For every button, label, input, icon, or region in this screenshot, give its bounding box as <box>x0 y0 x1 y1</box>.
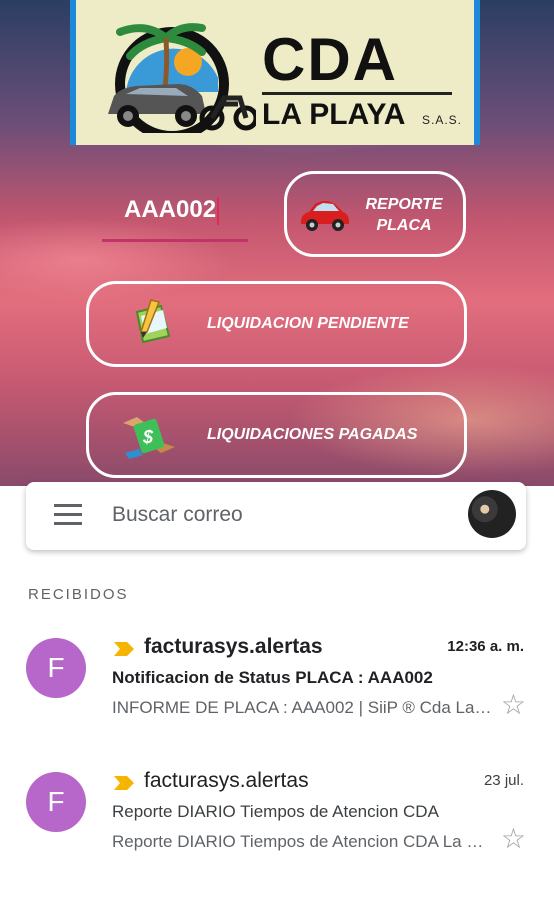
red-car-icon <box>301 201 349 231</box>
email-sender: facturasys.alertas <box>144 635 323 658</box>
star-outline-icon[interactable]: ☆ <box>501 824 526 854</box>
email-row[interactable]: F facturasys.alertas 23 jul. Reporte DIA… <box>0 766 554 876</box>
car-moto-palm-logo-icon <box>108 23 256 133</box>
placa-input-value: AAA002 <box>124 196 217 223</box>
search-placeholder: Buscar correo <box>112 503 243 526</box>
app-background: CDA LA PLAYA S.A.S. AAA002 REPORTE PLACA… <box>0 0 554 486</box>
sender-avatar: F <box>26 772 86 832</box>
account-avatar[interactable] <box>468 490 516 538</box>
logo-divider <box>262 92 452 95</box>
logo-title: CDA <box>262 26 398 93</box>
search-bar[interactable]: Buscar correo <box>26 482 526 550</box>
important-marker-icon <box>114 642 134 656</box>
reporte-placa-button[interactable]: REPORTE PLACA <box>284 171 466 257</box>
email-row[interactable]: F facturasys.alertas 12:36 a. m. Notific… <box>0 632 554 742</box>
email-time: 23 jul. <box>483 772 524 789</box>
reporte-label-line2: PLACA <box>376 217 432 234</box>
company-logo: CDA LA PLAYA S.A.S. <box>70 0 480 145</box>
svg-text:$: $ <box>142 427 154 447</box>
text-cursor <box>217 196 220 225</box>
email-sender: facturasys.alertas <box>144 769 309 792</box>
inbox-section-title: RECIBIDOS <box>28 586 129 603</box>
star-outline-icon[interactable]: ☆ <box>501 690 526 720</box>
liquidacion-pendiente-button[interactable]: LIQUIDACION PENDIENTE <box>86 281 467 367</box>
liquidaciones-pagadas-label: LIQUIDACIONES PAGADAS <box>207 426 418 443</box>
sender-avatar: F <box>26 638 86 698</box>
email-subject: Notificacion de Status PLACA : AAA002 <box>112 668 433 687</box>
placa-input[interactable]: AAA002 <box>102 190 248 242</box>
reporte-label-line1: REPORTE <box>365 196 443 213</box>
email-snippet: Reporte DIARIO Tiempos de Atencion CDA L… <box>112 832 494 851</box>
liquidacion-pendiente-label: LIQUIDACION PENDIENTE <box>207 315 409 332</box>
money-hands-icon: $ <box>123 417 175 459</box>
gmail-panel: Buscar correo RECIBIDOS F facturasys.ale… <box>0 482 554 900</box>
reporte-placa-label: REPORTE PLACA <box>359 194 449 236</box>
liquidaciones-pagadas-button[interactable]: $ LIQUIDACIONES PAGADAS <box>86 392 467 478</box>
email-time: 12:36 a. m. <box>447 638 524 655</box>
email-snippet: INFORME DE PLACA : AAA002 | SiiP ® Cda L… <box>112 698 494 717</box>
hamburger-menu-icon[interactable] <box>54 504 82 531</box>
logo-suffix: S.A.S. <box>422 113 463 127</box>
logo-subtitle: LA PLAYA <box>262 98 406 131</box>
document-pencil-icon <box>135 299 171 344</box>
email-subject: Reporte DIARIO Tiempos de Atencion CDA <box>112 802 439 821</box>
important-marker-icon <box>114 776 134 790</box>
